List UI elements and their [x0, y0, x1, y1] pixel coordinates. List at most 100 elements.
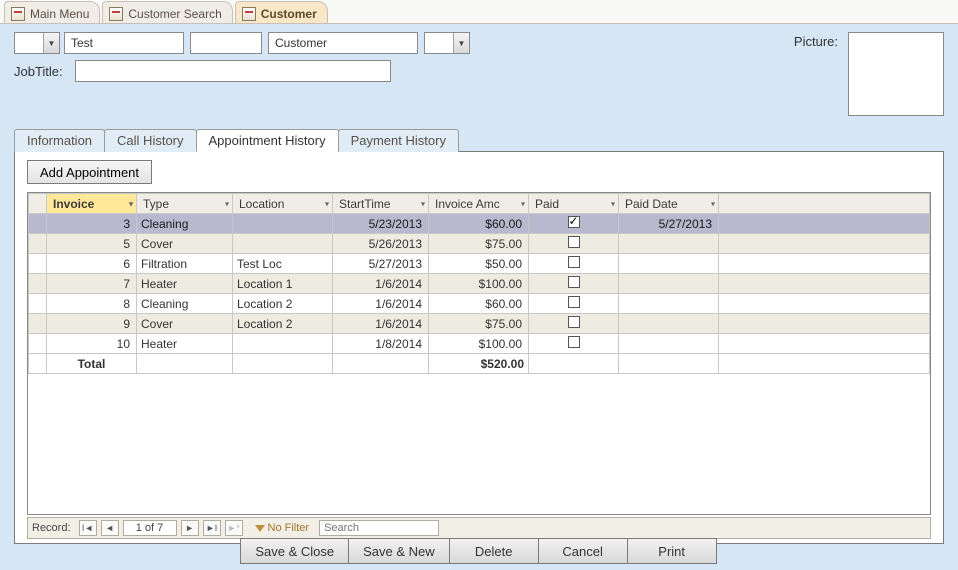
row-selector[interactable]: [29, 234, 47, 254]
cell-starttime[interactable]: 1/8/2014: [333, 334, 429, 354]
cell-paid[interactable]: [529, 334, 619, 354]
table-row[interactable]: 10Heater1/8/2014$100.00: [29, 334, 930, 354]
appointment-grid[interactable]: Invoice▾Type▾Location▾StartTime▾Invoice …: [27, 192, 931, 515]
cell-type[interactable]: Cleaning: [137, 214, 233, 234]
row-selector[interactable]: [29, 334, 47, 354]
cancel-button[interactable]: Cancel: [538, 538, 628, 564]
cell-amount[interactable]: $75.00: [429, 234, 529, 254]
checkbox-icon[interactable]: [568, 236, 580, 248]
table-row[interactable]: 7HeaterLocation 11/6/2014$100.00: [29, 274, 930, 294]
cell-starttime[interactable]: 5/27/2013: [333, 254, 429, 274]
cell-invoice[interactable]: 6: [47, 254, 137, 274]
suffix-combo[interactable]: ▼: [424, 32, 470, 54]
cell-starttime[interactable]: 1/6/2014: [333, 274, 429, 294]
first-name-field[interactable]: Test: [64, 32, 184, 54]
cell-paid[interactable]: [529, 234, 619, 254]
cell-invoice[interactable]: 10: [47, 334, 137, 354]
cell-paid[interactable]: [529, 294, 619, 314]
doc-tab-customer[interactable]: Customer: [235, 1, 328, 23]
search-input[interactable]: [319, 520, 439, 536]
cell-starttime[interactable]: 5/26/2013: [333, 234, 429, 254]
cell-starttime[interactable]: 1/6/2014: [333, 294, 429, 314]
prefix-combo[interactable]: ▼: [14, 32, 60, 54]
cell-location[interactable]: Test Loc: [233, 254, 333, 274]
cell-type[interactable]: Cleaning: [137, 294, 233, 314]
nav-prev-button[interactable]: ◄: [101, 520, 119, 536]
cell-starttime[interactable]: 1/6/2014: [333, 314, 429, 334]
checkbox-icon[interactable]: [568, 216, 580, 228]
table-row[interactable]: 8CleaningLocation 21/6/2014$60.00: [29, 294, 930, 314]
column-header-paid-date[interactable]: Paid Date▾: [619, 194, 719, 214]
nav-next-button[interactable]: ►: [181, 520, 199, 536]
tab-appointment-history[interactable]: Appointment History: [196, 129, 339, 152]
cell-paid-date[interactable]: [619, 234, 719, 254]
cell-paid-date[interactable]: 5/27/2013: [619, 214, 719, 234]
picture-box[interactable]: [848, 32, 944, 116]
cell-invoice[interactable]: 5: [47, 234, 137, 254]
cell-invoice[interactable]: 8: [47, 294, 137, 314]
row-selector[interactable]: [29, 294, 47, 314]
table-row[interactable]: 5Cover 5/26/2013$75.00: [29, 234, 930, 254]
cell-location[interactable]: [233, 334, 333, 354]
column-header-location[interactable]: Location▾: [233, 194, 333, 214]
save-close-button[interactable]: Save & Close: [240, 538, 349, 564]
cell-invoice[interactable]: 9: [47, 314, 137, 334]
tab-payment-history[interactable]: Payment History: [338, 129, 459, 152]
cell-paid-date[interactable]: [619, 314, 719, 334]
cell-amount[interactable]: $100.00: [429, 274, 529, 294]
column-header-type[interactable]: Type▾: [137, 194, 233, 214]
cell-starttime[interactable]: 5/23/2013: [333, 214, 429, 234]
cell-paid-date[interactable]: [619, 254, 719, 274]
cell-paid-date[interactable]: [619, 294, 719, 314]
middle-name-field[interactable]: [190, 32, 262, 54]
add-appointment-button[interactable]: Add Appointment: [27, 160, 152, 184]
cell-location[interactable]: Location 2: [233, 294, 333, 314]
column-header-invoice-amc[interactable]: Invoice Amc▾: [429, 194, 529, 214]
cell-paid[interactable]: [529, 254, 619, 274]
doc-tab-customer-search[interactable]: Customer Search: [102, 1, 232, 23]
column-header-starttime[interactable]: StartTime▾: [333, 194, 429, 214]
cell-amount[interactable]: $100.00: [429, 334, 529, 354]
cell-type[interactable]: Cover: [137, 234, 233, 254]
cell-invoice[interactable]: 7: [47, 274, 137, 294]
cell-type[interactable]: Cover: [137, 314, 233, 334]
last-name-field[interactable]: Customer: [268, 32, 418, 54]
column-header-invoice[interactable]: Invoice▾: [47, 194, 137, 214]
cell-type[interactable]: Filtration: [137, 254, 233, 274]
cell-location[interactable]: Location 2: [233, 314, 333, 334]
table-row[interactable]: 9CoverLocation 21/6/2014$75.00: [29, 314, 930, 334]
cell-type[interactable]: Heater: [137, 274, 233, 294]
row-selector[interactable]: [29, 314, 47, 334]
row-selector[interactable]: [29, 254, 47, 274]
table-row[interactable]: 3Cleaning5/23/2013$60.005/27/2013: [29, 214, 930, 234]
cell-location[interactable]: Location 1: [233, 274, 333, 294]
row-selector[interactable]: [29, 214, 47, 234]
tab-information[interactable]: Information: [14, 129, 105, 152]
cell-paid-date[interactable]: [619, 334, 719, 354]
cell-amount[interactable]: $60.00: [429, 214, 529, 234]
save-new-button[interactable]: Save & New: [348, 538, 450, 564]
cell-amount[interactable]: $50.00: [429, 254, 529, 274]
cell-paid-date[interactable]: [619, 274, 719, 294]
checkbox-icon[interactable]: [568, 336, 580, 348]
nav-new-button[interactable]: ►*: [225, 520, 243, 536]
print-button[interactable]: Print: [627, 538, 717, 564]
nav-last-button[interactable]: ►I: [203, 520, 221, 536]
filter-indicator[interactable]: No Filter: [255, 522, 310, 534]
cell-paid[interactable]: [529, 214, 619, 234]
doc-tab-main-menu[interactable]: Main Menu: [4, 1, 100, 23]
cell-paid[interactable]: [529, 314, 619, 334]
cell-paid[interactable]: [529, 274, 619, 294]
checkbox-icon[interactable]: [568, 256, 580, 268]
cell-location[interactable]: [233, 234, 333, 254]
row-selector[interactable]: [29, 274, 47, 294]
checkbox-icon[interactable]: [568, 316, 580, 328]
checkbox-icon[interactable]: [568, 296, 580, 308]
nav-first-button[interactable]: I◄: [79, 520, 97, 536]
cell-amount[interactable]: $75.00: [429, 314, 529, 334]
tab-call-history[interactable]: Call History: [104, 129, 196, 152]
column-header-paid[interactable]: Paid▾: [529, 194, 619, 214]
delete-button[interactable]: Delete: [449, 538, 539, 564]
jobtitle-field[interactable]: [75, 60, 391, 82]
cell-amount[interactable]: $60.00: [429, 294, 529, 314]
